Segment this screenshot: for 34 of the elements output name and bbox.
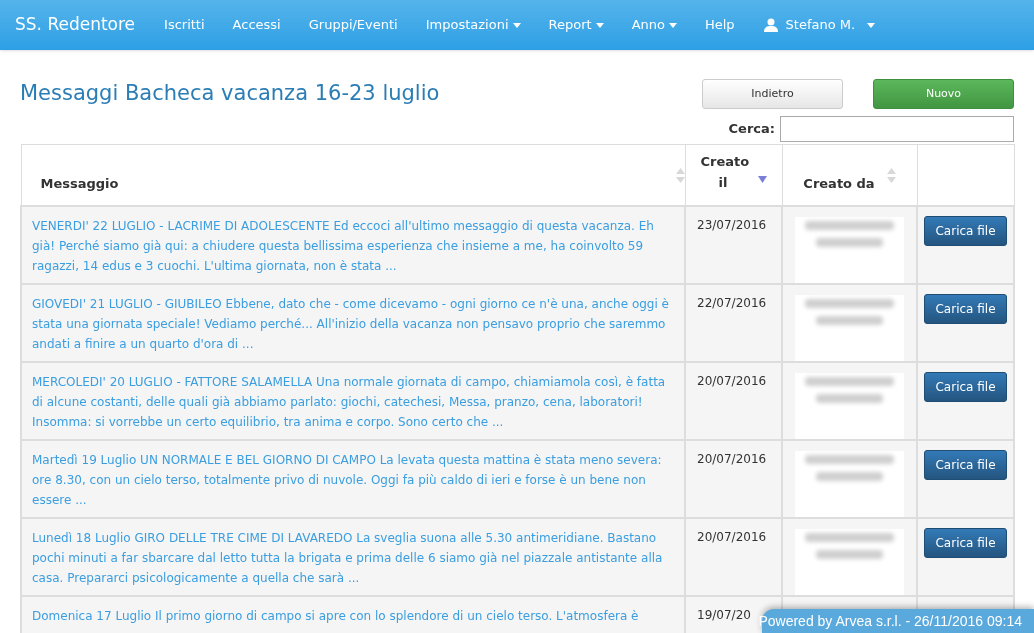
column-header[interactable]: Creato da xyxy=(782,144,917,206)
column-title: Creato da xyxy=(803,174,875,193)
nav-item[interactable]: Impostazioni xyxy=(411,15,535,35)
caret-icon xyxy=(867,22,876,28)
nav-item[interactable]: Anno xyxy=(617,15,691,35)
nav-item[interactable]: Report xyxy=(534,15,618,35)
action-button[interactable]: Nuovo xyxy=(873,78,1014,109)
nav-item[interactable]: Iscritti xyxy=(150,15,219,35)
sort-descending-icon[interactable] xyxy=(757,176,767,183)
brand-link[interactable]: SS. Redentore xyxy=(0,12,151,38)
upload-file-button[interactable]: Carica file xyxy=(924,294,1007,324)
message-link[interactable]: VENERDI' 22 LUGLIO - LACRIME DI ADOLESCENTE Ed eccoci all'ultimo messaggio di questa vacanza. Eh già! Perché siamo già qui: a chiudere questa bellissima esperienza che insieme a me, ha coinvolto 59 ragazzi, 14 edus e 3 cuochi. L'ultima giornata, non è stata ... xyxy=(21,206,685,284)
upload-file-button[interactable]: Carica file xyxy=(924,450,1007,480)
message-link[interactable]: Domenica 17 Luglio Il primo giorno di campo si apre con lo splendore di un cielo terso. L'atmosfera è xyxy=(21,596,685,633)
sort-icon[interactable] xyxy=(886,168,896,183)
search-label: Cerca: xyxy=(728,119,775,138)
upload-file-button[interactable]: Carica file xyxy=(924,372,1007,402)
page-title: Messaggi Bacheca vacanza 16-23 luglio xyxy=(20,80,440,107)
user-icon xyxy=(763,18,778,32)
user-menu[interactable]: Stefano M. xyxy=(748,15,891,35)
nav-item[interactable]: Accessi xyxy=(218,15,295,35)
upload-file-button[interactable]: Carica file xyxy=(924,216,1007,246)
search-field[interactable] xyxy=(780,115,1014,142)
caret-icon xyxy=(595,22,604,28)
caret-icon xyxy=(668,22,677,28)
column-header[interactable]: Messaggio xyxy=(21,144,685,206)
caret-icon xyxy=(512,22,521,28)
action-button[interactable]: Indietro xyxy=(702,78,843,109)
sort-icon[interactable] xyxy=(675,168,685,183)
upload-file-button[interactable]: Carica file xyxy=(924,528,1007,558)
nav-item[interactable]: Gruppi/Eventi xyxy=(294,15,412,35)
nav-item[interactable]: Help xyxy=(690,15,749,35)
column-title: Messaggio xyxy=(40,174,120,193)
column-header[interactable]: Creato il xyxy=(685,144,782,206)
